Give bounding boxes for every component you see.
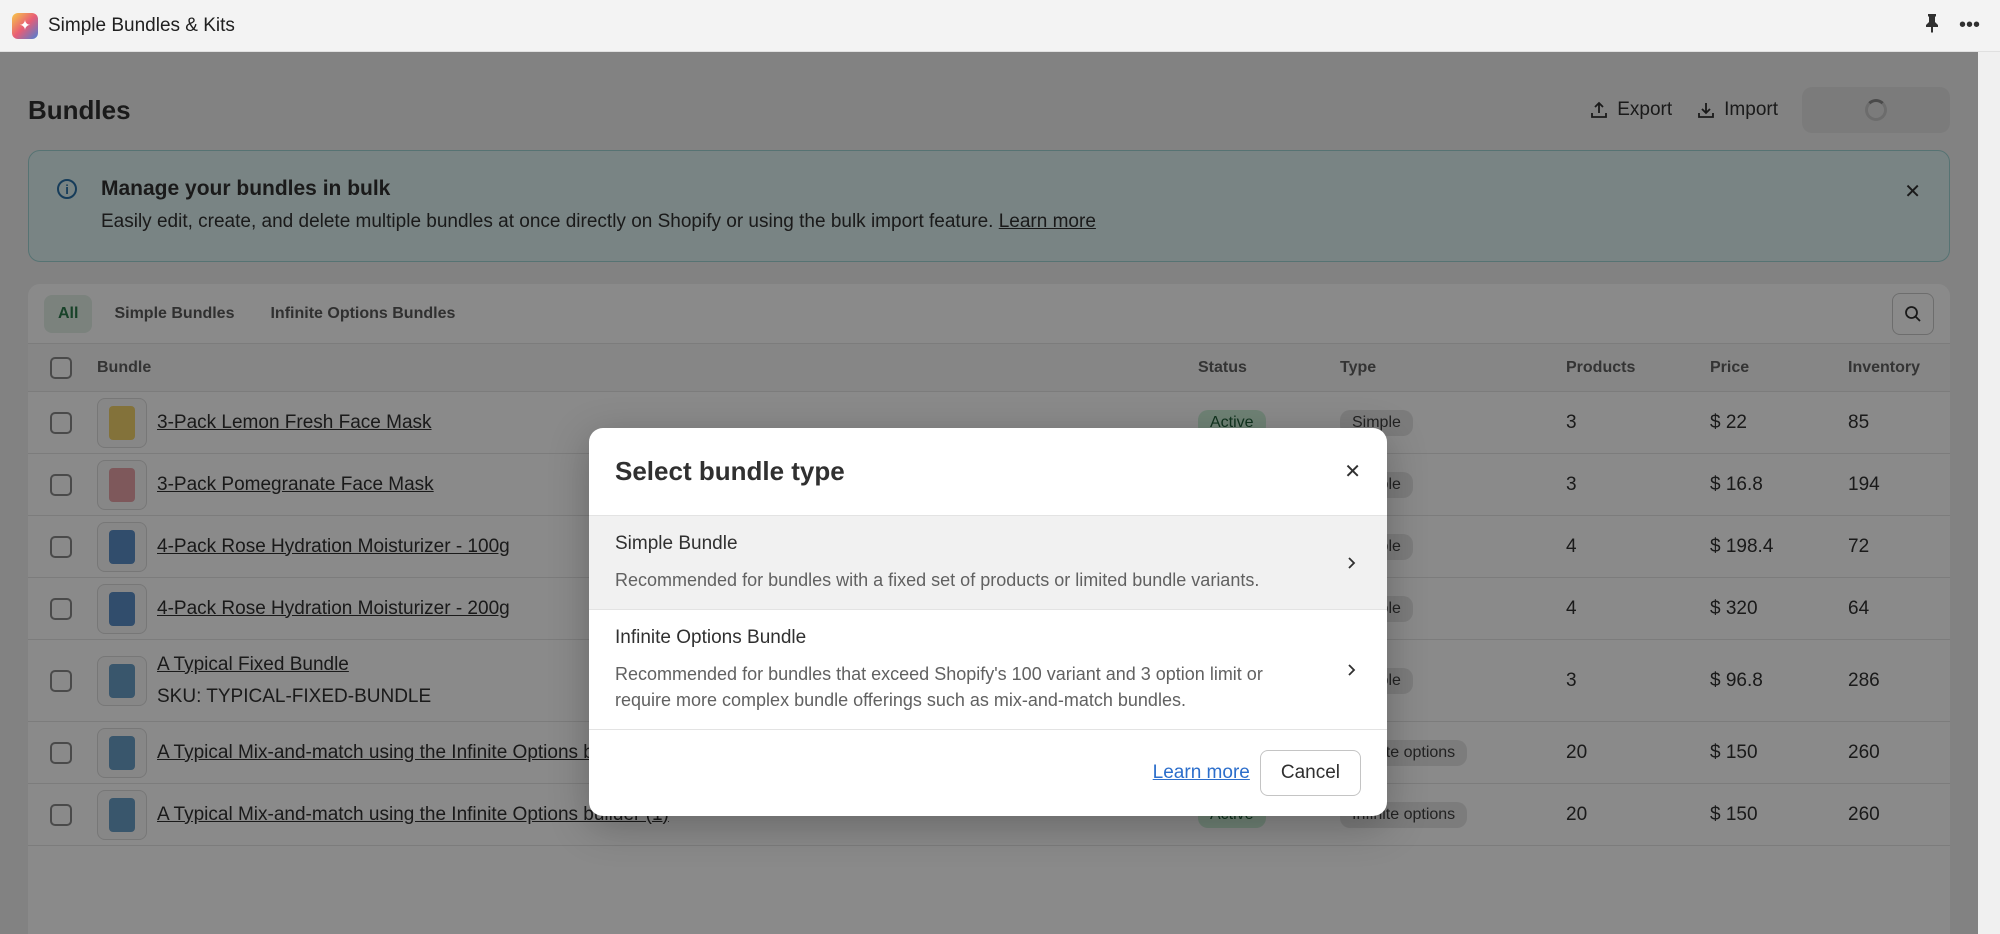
modal-header: Select bundle type ✕ — [589, 428, 1387, 516]
learn-more-link[interactable]: Learn more — [1153, 762, 1250, 784]
more-options-icon[interactable]: ••• — [1959, 14, 1980, 37]
topbar-actions: ••• — [1923, 13, 1988, 39]
scrollbar[interactable] — [1978, 52, 2000, 934]
chevron-right-icon — [1348, 663, 1356, 676]
chevron-right-icon — [1348, 556, 1356, 569]
infinite-options-bundle-option[interactable]: Infinite Options Bundle Recommended for … — [589, 610, 1387, 730]
option-title: Simple Bundle — [615, 532, 738, 554]
option-description: Recommended for bundles that exceed Shop… — [615, 663, 1263, 710]
option-title: Infinite Options Bundle — [615, 626, 807, 648]
modal-footer: Learn more Cancel — [589, 730, 1387, 816]
option-description: Recommended for bundles with a fixed set… — [615, 569, 1260, 590]
select-bundle-type-modal: Select bundle type ✕ Simple Bundle Recom… — [589, 428, 1387, 816]
cancel-button[interactable]: Cancel — [1259, 750, 1361, 796]
modal-close-icon[interactable]: ✕ — [1344, 459, 1361, 484]
simple-bundle-option[interactable]: Simple Bundle Recommended for bundles wi… — [589, 516, 1387, 610]
pin-icon[interactable] — [1923, 13, 1941, 39]
app-logo-icon: ✦ — [12, 12, 38, 39]
modal-title: Select bundle type — [615, 456, 845, 486]
app-topbar: ✦ Simple Bundles & Kits ••• — [0, 0, 2000, 52]
app-title: Simple Bundles & Kits — [48, 14, 235, 36]
